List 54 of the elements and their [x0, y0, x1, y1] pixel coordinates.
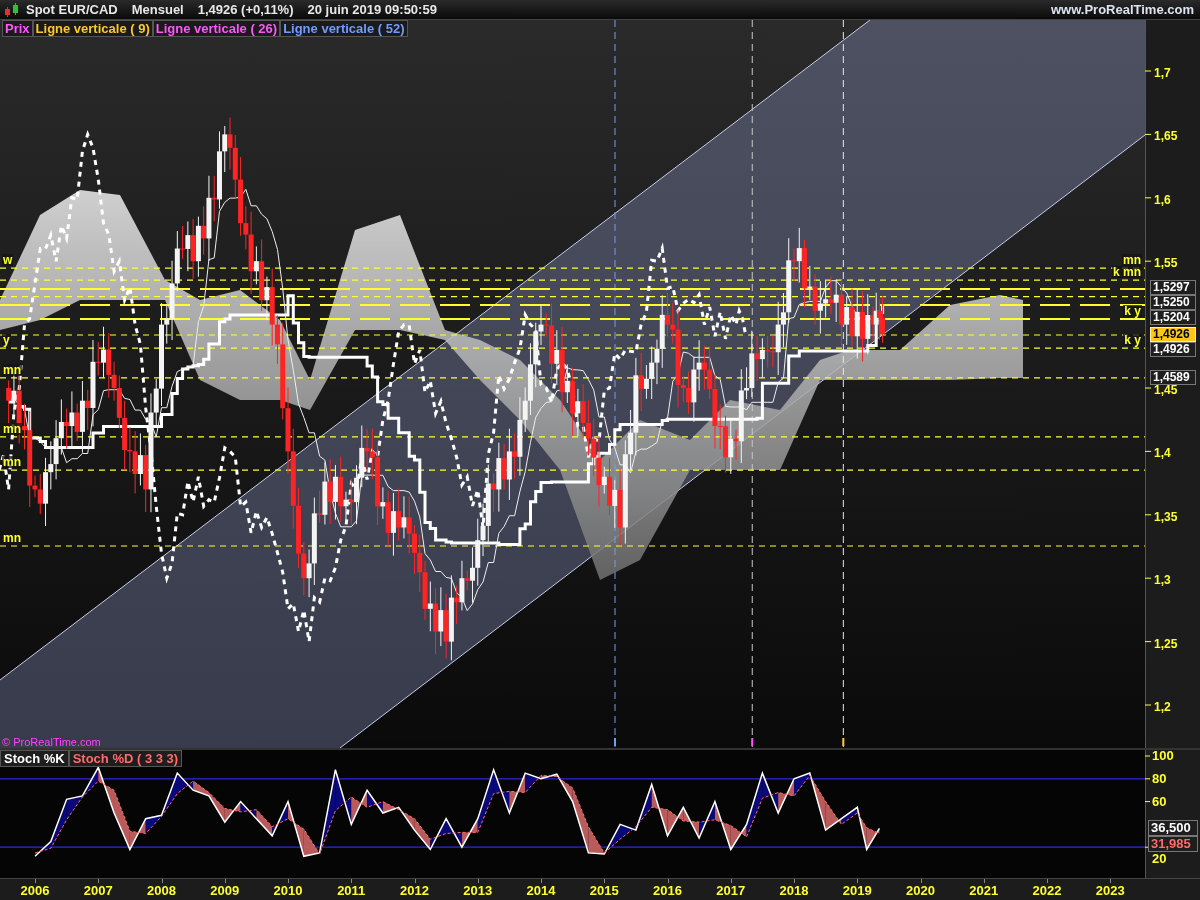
- year-label: 2021: [968, 883, 1000, 898]
- period-label: Mensuel: [131, 2, 184, 17]
- axis-label: 1,55: [1154, 257, 1178, 271]
- level-label: k y: [1123, 305, 1142, 317]
- price-quote: 1,4926 (+0,11%): [197, 2, 294, 17]
- year-label: 2012: [399, 883, 430, 898]
- axis-label: 1,65: [1154, 130, 1178, 144]
- date-time: 20 juin 2019 09:50:59: [307, 2, 437, 17]
- axis-label: 1,4: [1154, 447, 1171, 461]
- year-label: 2017: [715, 883, 747, 898]
- legend-item[interactable]: Ligne verticale ( 52): [280, 20, 408, 37]
- legend-item[interactable]: Ligne verticale ( 26): [152, 20, 281, 37]
- year-label: 2019: [841, 883, 873, 898]
- instrument-name: Spot EUR/CAD: [26, 2, 118, 17]
- indicator-label[interactable]: Stoch %D ( 3 3 3): [68, 750, 183, 767]
- year-label: 2023: [1094, 883, 1126, 898]
- axis-label: 1,35: [1154, 510, 1178, 524]
- year-label: 2020: [905, 883, 936, 898]
- indicator-label[interactable]: Stoch %K: [0, 750, 69, 767]
- year-label: 2014: [525, 883, 557, 898]
- year-label: 2009: [209, 883, 241, 898]
- year-label: 2022: [1031, 883, 1063, 898]
- axis-label: 1,3: [1154, 574, 1171, 588]
- legend-item[interactable]: Ligne verticale ( 9): [32, 20, 153, 37]
- level-label: k y: [1123, 334, 1142, 347]
- level-label: k mn: [1112, 266, 1142, 279]
- axis-label: 1,25: [1154, 637, 1178, 651]
- candlestick-icon: [4, 2, 20, 17]
- legend-item[interactable]: Prix: [2, 20, 33, 37]
- year-label: 2015: [588, 883, 620, 898]
- level-label: w: [2, 254, 14, 267]
- year-label: 2010: [272, 883, 304, 898]
- year-label: 2006: [19, 883, 51, 898]
- year-label: 2007: [82, 883, 114, 898]
- copyright-notice: © ProRealTime.com: [2, 736, 101, 748]
- axis-label: 1,7: [1154, 67, 1171, 80]
- level-label: y: [2, 334, 11, 347]
- axis-label: 20: [1152, 852, 1167, 867]
- site-url: www.ProRealTime.com: [1050, 2, 1194, 17]
- level-label: mn: [2, 456, 22, 469]
- axis-label: 1,2: [1154, 701, 1171, 714]
- axis-label: 60: [1152, 794, 1167, 809]
- year-label: 2016: [652, 883, 683, 898]
- axis-label: 100: [1152, 749, 1174, 763]
- value-tag: 36,500: [1148, 820, 1198, 837]
- year-label: 2013: [462, 883, 494, 898]
- year-label: 2008: [146, 883, 177, 898]
- value-tag: 31,985: [1148, 836, 1198, 853]
- level-label: mn: [1122, 254, 1142, 267]
- year-label: 2018: [778, 883, 810, 898]
- axis-label: 1,6: [1154, 193, 1171, 207]
- year-label: 2011: [336, 883, 367, 898]
- axis-label: 80: [1152, 771, 1167, 786]
- axis-label: 1,45: [1154, 384, 1178, 397]
